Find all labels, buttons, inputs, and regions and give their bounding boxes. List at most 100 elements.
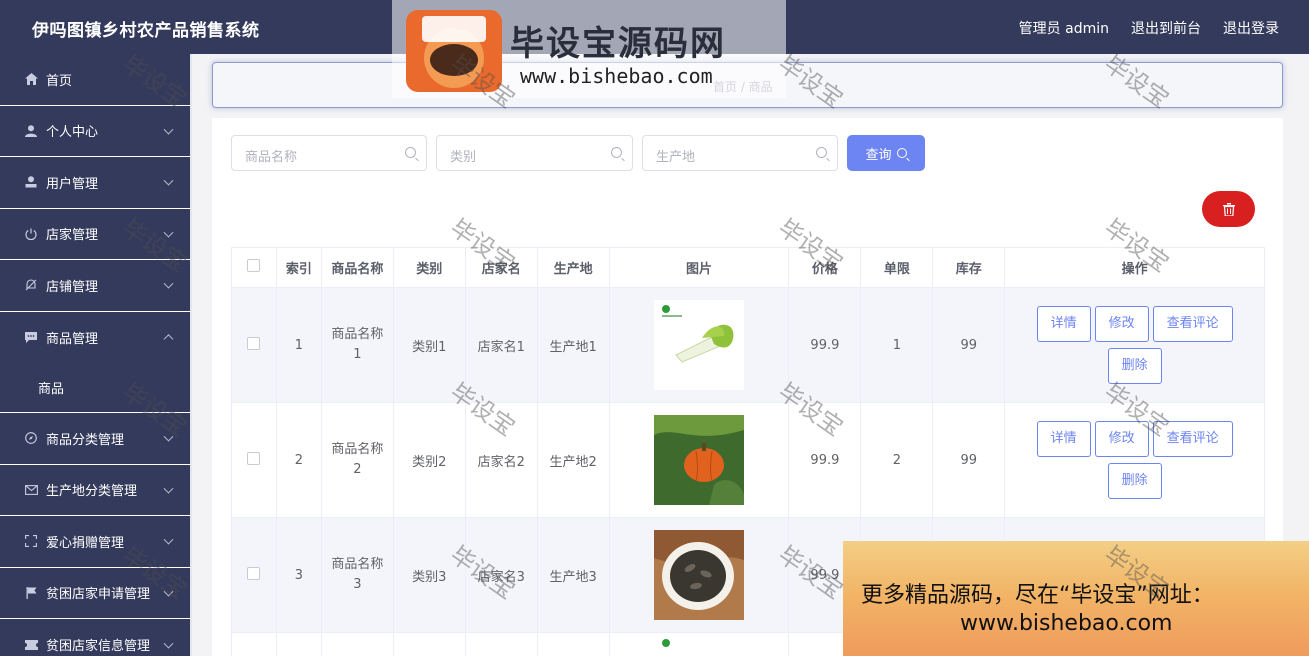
column-header: 商品名称 <box>320 247 394 288</box>
product-image-dried-beans[interactable] <box>654 530 744 620</box>
detail-button[interactable]: 详情 <box>1036 421 1091 457</box>
top-nav: 管理员 admin 退出到前台 退出登录 <box>1019 18 1279 38</box>
sidebar-item-label: 个人中心 <box>46 125 99 141</box>
category-cell: 类别1 <box>392 287 466 403</box>
home-icon <box>24 72 38 86</box>
sidebar-item-stores[interactable]: 店家管理 <box>0 209 190 260</box>
user-manage-icon <box>24 175 38 189</box>
name-cell: 商品名称2 <box>320 402 394 518</box>
sidebar-item-origins[interactable]: 生产地分类管理 <box>0 465 190 516</box>
table-row: 2 商品名称2 类别2 店家名2 生产地2 99.9 2 99 详情 修改 查看评论… <box>231 402 1265 518</box>
bell-off-icon <box>24 278 38 292</box>
image-cell <box>608 287 790 403</box>
limit-cell: 1 <box>860 287 934 403</box>
chevron-down-icon <box>163 483 174 494</box>
breadcrumb-text[interactable]: 首页 / 商品 <box>713 78 773 95</box>
name-cell <box>320 632 394 656</box>
product-image-bok-choy[interactable] <box>654 300 744 390</box>
watermark-promo-banner: 更多精品源码，尽在“毕设宝”网址： www.bishebao.com <box>843 541 1309 656</box>
promo-line-2: www.bishebao.com <box>960 611 1173 636</box>
placeholder: 商品名称 <box>245 150 298 165</box>
sidebar-item-home[interactable]: 首页 <box>0 54 190 106</box>
sidebar-item-products[interactable]: 商品管理 <box>0 312 190 364</box>
sidebar-item-label: 用户管理 <box>46 176 99 192</box>
edit-button[interactable]: 修改 <box>1094 306 1149 342</box>
image-cell <box>608 517 790 633</box>
placeholder: 生产地 <box>656 150 696 165</box>
message-icon <box>24 330 38 344</box>
sidebar-item-label: 爱心捐赠管理 <box>46 535 125 551</box>
column-header: 单限 <box>860 247 934 288</box>
power-icon <box>24 227 38 241</box>
search-icon <box>816 147 827 158</box>
delete-button[interactable]: 删除 <box>1107 348 1162 384</box>
sidebar-subitem-product[interactable]: 商品 <box>0 363 190 413</box>
promo-line-1: 更多精品源码，尽在“毕设宝”网址： <box>861 583 1214 608</box>
placeholder: 类别 <box>450 150 477 165</box>
row-checkbox[interactable] <box>247 336 261 350</box>
column-header: 操作 <box>1004 247 1265 288</box>
view-reviews-button[interactable]: 查看评论 <box>1152 306 1233 342</box>
column-header: 索引 <box>275 247 322 288</box>
category-input[interactable]: 类别 <box>436 135 633 171</box>
row-checkbox[interactable] <box>247 451 261 465</box>
actions-cell: 详情 修改 查看评论删除 <box>1004 402 1265 518</box>
select-all-cell <box>231 247 277 288</box>
stock-cell: 99 <box>932 402 1006 518</box>
chevron-down-icon <box>163 227 174 238</box>
chevron-down-icon <box>163 278 174 289</box>
mail-icon <box>24 483 38 497</box>
compass-icon <box>24 431 38 445</box>
origin-cell: 生产地2 <box>536 402 610 518</box>
sidebar-item-users[interactable]: 用户管理 <box>0 157 190 209</box>
chevron-down-icon <box>163 124 174 135</box>
sidebar-item-personal[interactable]: 个人中心 <box>0 106 190 157</box>
view-reviews-button[interactable]: 查看评论 <box>1152 421 1233 457</box>
sidebar-item-categories[interactable]: 商品分类管理 <box>0 413 190 465</box>
edit-button[interactable]: 修改 <box>1094 421 1149 457</box>
admin-label[interactable]: 管理员 admin <box>1019 18 1109 38</box>
delete-button[interactable]: 删除 <box>1107 463 1162 499</box>
price-cell: 99.9 <box>788 402 862 518</box>
detail-button[interactable]: 详情 <box>1036 306 1091 342</box>
image-cell <box>608 632 790 656</box>
batch-delete-button[interactable] <box>1202 191 1255 227</box>
chevron-down-icon <box>163 431 174 442</box>
row-select-cell <box>231 632 277 656</box>
column-header: 价格 <box>788 247 862 288</box>
sidebar-item-donations[interactable]: 爱心捐赠管理 <box>0 516 190 568</box>
index-cell: 1 <box>275 287 322 403</box>
logout-link[interactable]: 退出登录 <box>1223 18 1279 38</box>
price-cell: 99.9 <box>788 287 862 403</box>
sidebar-item-shops[interactable]: 店铺管理 <box>0 260 190 312</box>
store-cell <box>464 632 538 656</box>
table-header-row: 索引 商品名称 类别 店家名 生产地 图片 价格 单限 库存 操作 <box>231 247 1265 288</box>
store-cell: 店家名1 <box>464 287 538 403</box>
row-select-cell <box>231 287 277 403</box>
row-checkbox[interactable] <box>247 566 261 580</box>
sidebar-item-poor-info[interactable]: 贫困店家信息管理 <box>0 619 190 656</box>
product-image[interactable] <box>654 633 744 656</box>
sidebar-item-poor-apply[interactable]: 贫困店家申请管理 <box>0 568 190 619</box>
origin-input[interactable]: 生产地 <box>642 135 838 171</box>
index-cell: 3 <box>275 517 322 633</box>
column-header: 生产地 <box>536 247 610 288</box>
query-button[interactable]: 查询 <box>847 135 925 171</box>
sidebar-item-label: 店铺管理 <box>46 279 99 295</box>
row-select-cell <box>231 517 277 633</box>
sidebar-item-label: 店家管理 <box>46 228 99 244</box>
select-all-checkbox[interactable] <box>247 259 261 272</box>
name-cell: 商品名称1 <box>320 287 394 403</box>
breadcrumb: 首页 / 商品 <box>212 62 1283 108</box>
store-cell: 店家名2 <box>464 402 538 518</box>
product-name-input[interactable]: 商品名称 <box>231 135 427 171</box>
sidebar-item-label: 商品管理 <box>46 331 99 347</box>
image-cell <box>608 402 790 518</box>
origin-cell: 生产地1 <box>536 287 610 403</box>
column-header: 店家名 <box>464 247 538 288</box>
product-image-pumpkin[interactable] <box>654 415 744 505</box>
fullscreen-icon <box>24 534 38 548</box>
sidebar-item-label: 生产地分类管理 <box>46 484 138 500</box>
index-cell <box>275 632 322 656</box>
exit-front-link[interactable]: 退出到前台 <box>1131 18 1201 38</box>
